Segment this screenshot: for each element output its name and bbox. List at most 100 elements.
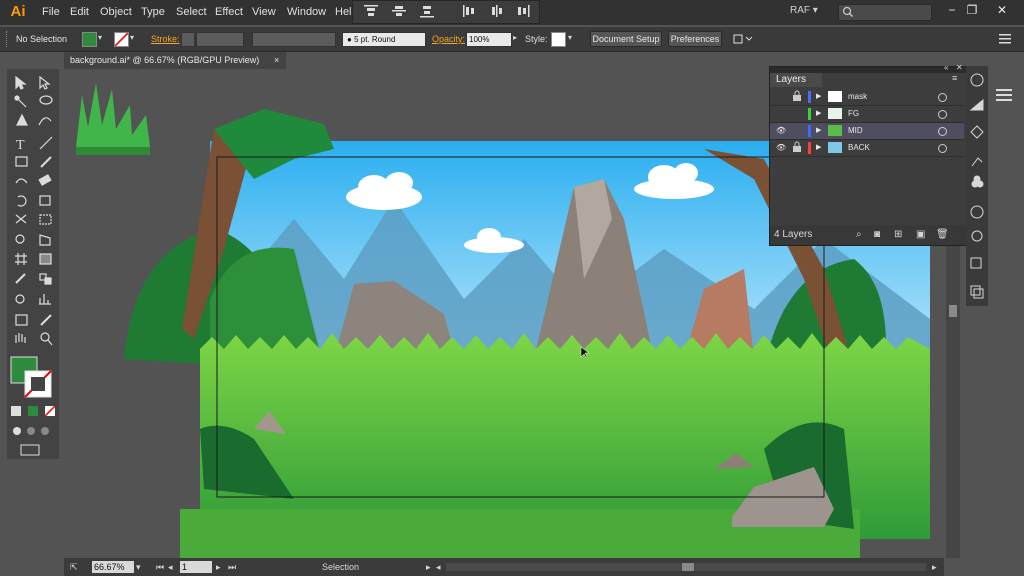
style-swatch[interactable] bbox=[551, 32, 566, 47]
layer-row-mid[interactable]: 👁 ▶ MID bbox=[770, 123, 964, 140]
document-tab[interactable]: background.ai* @ 66.67% (RGB/GPU Preview… bbox=[64, 52, 286, 69]
workspace-switcher[interactable]: RAF ▾ bbox=[790, 5, 818, 16]
share-icon[interactable]: ⇱ bbox=[70, 558, 78, 576]
shaper-tool-icon bbox=[15, 178, 28, 184]
hscroll-thumb[interactable] bbox=[682, 563, 694, 571]
menu-object[interactable]: Object bbox=[100, 0, 132, 25]
target-icon[interactable] bbox=[938, 110, 947, 119]
make-clipping-mask-icon[interactable]: ◙ bbox=[874, 225, 880, 245]
preferences-button[interactable]: Preferences bbox=[668, 31, 722, 47]
first-artboard-icon[interactable]: ⏮ bbox=[156, 558, 164, 576]
menu-edit[interactable]: Edit bbox=[70, 0, 89, 25]
distribute-hcenter-icon[interactable] bbox=[489, 4, 505, 18]
lock-icon[interactable] bbox=[792, 141, 802, 159]
collapse-panel-icon[interactable]: « bbox=[944, 63, 948, 72]
scale-tool-icon bbox=[39, 195, 51, 206]
scroll-left-icon[interactable]: ◂ bbox=[436, 558, 441, 576]
layer-color-back bbox=[808, 142, 811, 154]
menu-effect[interactable]: Effect bbox=[215, 0, 243, 25]
layers-tab[interactable]: Layers bbox=[770, 73, 822, 87]
column-graph-tool-icon bbox=[39, 294, 51, 305]
distribute-right-icon[interactable] bbox=[515, 4, 531, 18]
delete-layer-icon[interactable]: 🗑 bbox=[936, 225, 949, 245]
chevron-down-icon[interactable]: ▾ bbox=[568, 33, 572, 42]
chevron-right-icon[interactable]: ▸ bbox=[426, 558, 431, 576]
chevron-down-icon[interactable]: ▾ bbox=[98, 33, 102, 42]
prev-artboard-icon[interactable]: ◂ bbox=[168, 558, 173, 576]
fill-swatch[interactable] bbox=[82, 32, 97, 47]
scroll-right-icon[interactable]: ▸ bbox=[932, 558, 937, 576]
close-tab-icon[interactable]: × bbox=[274, 52, 279, 69]
eyedropper-tool-icon bbox=[15, 273, 26, 284]
status-mode[interactable]: Selection bbox=[322, 558, 359, 576]
artboard-tool-icon bbox=[15, 314, 28, 326]
perspective-grid-tool-icon bbox=[39, 234, 51, 246]
zoom-input[interactable]: 66.67% bbox=[92, 561, 134, 573]
variable-width-dropdown[interactable] bbox=[252, 32, 336, 47]
control-bar: No Selection ▾ ▾ Stroke: ● 5 pt. Round O… bbox=[0, 27, 1024, 52]
expand-icon[interactable]: ▶ bbox=[816, 106, 821, 122]
align-top-icon[interactable] bbox=[363, 4, 379, 18]
layer-row-mask[interactable]: ▶ mask bbox=[770, 89, 964, 106]
curvature-tool-icon bbox=[38, 117, 52, 126]
close-panel-icon[interactable]: ✕ bbox=[956, 63, 963, 72]
menu-help[interactable]: Help bbox=[335, 0, 352, 25]
menu-select[interactable]: Select bbox=[176, 0, 207, 25]
align-vcenter-icon[interactable] bbox=[391, 4, 407, 18]
properties-menu-icon[interactable] bbox=[994, 86, 1018, 110]
new-layer-icon[interactable]: ▣ bbox=[916, 225, 925, 245]
layer-row-fg[interactable]: ▶ FG bbox=[770, 106, 964, 123]
menu-type[interactable]: Type bbox=[141, 0, 165, 25]
panel-menu-icon[interactable] bbox=[998, 32, 1012, 47]
arrange-icon[interactable] bbox=[732, 32, 756, 49]
next-artboard-icon[interactable]: ▸ bbox=[216, 558, 221, 576]
menu-window[interactable]: Window bbox=[287, 0, 326, 25]
target-icon[interactable] bbox=[938, 144, 947, 153]
expand-icon[interactable]: ▶ bbox=[816, 123, 821, 139]
layer-name[interactable]: mask bbox=[848, 89, 867, 105]
style-label: Style: bbox=[525, 34, 548, 44]
chevron-right-icon[interactable]: ▸ bbox=[513, 33, 517, 42]
stroke-label[interactable]: Stroke: bbox=[151, 32, 180, 46]
layer-name[interactable]: FG bbox=[848, 106, 859, 122]
scrollbar-thumb[interactable] bbox=[949, 305, 957, 317]
menu-file[interactable]: File bbox=[42, 0, 60, 25]
expand-icon[interactable]: ▶ bbox=[816, 89, 821, 105]
chevron-down-icon[interactable]: ▾ bbox=[130, 33, 134, 42]
stroke-stepper[interactable] bbox=[181, 32, 195, 47]
layer-color-fg bbox=[808, 108, 811, 120]
layer-name[interactable]: MID bbox=[848, 123, 863, 139]
close-button[interactable]: ✕ bbox=[994, 2, 1010, 18]
opacity-label[interactable]: Opacity: bbox=[432, 32, 465, 46]
last-artboard-icon[interactable]: ⏭ bbox=[228, 558, 236, 576]
graphic-styles-icon bbox=[971, 157, 983, 167]
target-icon[interactable] bbox=[938, 127, 947, 136]
chevron-down-icon[interactable]: ▾ bbox=[136, 558, 141, 576]
locate-object-icon[interactable]: ⌕ bbox=[856, 225, 862, 245]
stroke-weight-input[interactable] bbox=[196, 32, 244, 47]
layer-row-back[interactable]: 👁 ▶ BACK bbox=[770, 140, 964, 157]
app-logo: Ai bbox=[10, 3, 26, 20]
align-bottom-icon[interactable] bbox=[419, 4, 435, 18]
restore-button[interactable]: ❐ bbox=[964, 2, 980, 18]
layers-icon bbox=[970, 257, 982, 269]
eye-icon[interactable]: 👁 bbox=[776, 123, 786, 139]
eye-icon[interactable]: 👁 bbox=[776, 140, 786, 156]
new-sublayer-icon[interactable]: ⊞ bbox=[894, 225, 902, 245]
menu-view[interactable]: View bbox=[252, 0, 276, 25]
opacity-input[interactable]: 100% bbox=[466, 32, 512, 47]
layer-name[interactable]: BACK bbox=[848, 140, 870, 156]
distribute-left-icon[interactable] bbox=[461, 4, 477, 18]
layer-thumbnail bbox=[828, 142, 842, 153]
target-icon[interactable] bbox=[938, 93, 947, 102]
minimize-button[interactable]: − bbox=[944, 2, 960, 18]
horizontal-scrollbar[interactable] bbox=[446, 563, 926, 571]
document-setup-button[interactable]: Document Setup bbox=[590, 31, 662, 47]
panel-menu-icon[interactable]: ≡ bbox=[952, 73, 957, 83]
brush-dropdown[interactable]: ● 5 pt. Round bbox=[342, 32, 426, 47]
stroke-swatch[interactable] bbox=[114, 32, 129, 47]
search-input[interactable] bbox=[838, 4, 932, 21]
artboard-number-input[interactable]: 1 bbox=[180, 561, 212, 573]
lasso-tool-icon bbox=[39, 95, 53, 105]
expand-icon[interactable]: ▶ bbox=[816, 140, 821, 156]
